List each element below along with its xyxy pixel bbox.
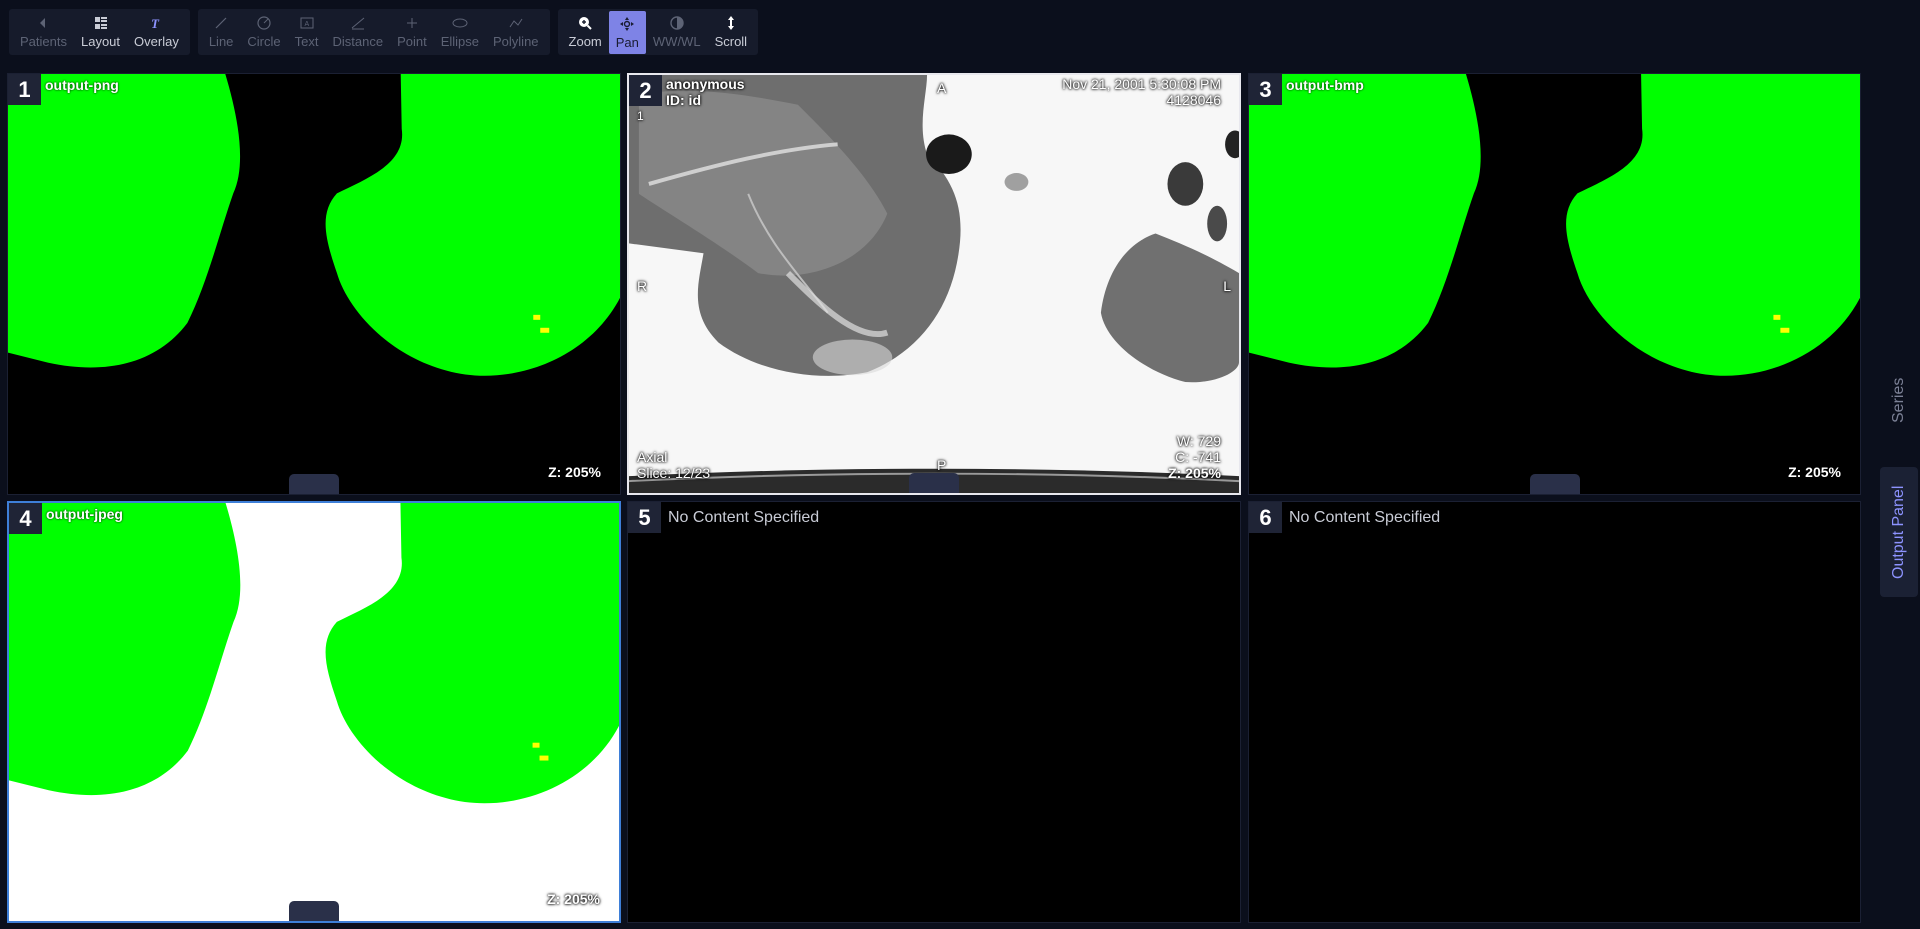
window-width: W: 729 bbox=[1176, 433, 1221, 449]
overlay-label: Overlay bbox=[134, 34, 179, 49]
circle-label: Circle bbox=[247, 34, 281, 49]
toolbar-group-view: Zoom Pan WW/WL Scroll bbox=[557, 9, 759, 55]
svg-text:T: T bbox=[151, 16, 160, 31]
patient-id: ID: id bbox=[666, 92, 701, 108]
pan-icon bbox=[618, 16, 636, 32]
empty-viewport-message: No Content Specified bbox=[668, 509, 820, 526]
ct-lung-image bbox=[629, 75, 1239, 493]
layout-button[interactable]: Layout bbox=[74, 9, 127, 55]
layout-grid-icon bbox=[92, 15, 110, 31]
viewport-number: 1 bbox=[8, 74, 41, 105]
point-label: Point bbox=[397, 34, 427, 49]
scroll-label: Scroll bbox=[714, 34, 748, 49]
viewport-2[interactable]: 2 anonymous ID: id 1 Nov 21, 2001 5:30:0… bbox=[627, 73, 1241, 495]
series-side-tab[interactable]: Series bbox=[1880, 360, 1918, 440]
circle-tool-button[interactable]: Circle bbox=[240, 9, 287, 55]
slice-label: Slice: 12/23 bbox=[637, 465, 711, 481]
viewport-drawer-handle[interactable] bbox=[909, 473, 959, 493]
viewport-5[interactable]: 5 No Content Specified bbox=[627, 501, 1241, 923]
window-level-button[interactable]: WW/WL bbox=[646, 9, 708, 55]
toolbar-group-navigation: Patients Layout T Overlay bbox=[9, 9, 190, 55]
distance-tool-button[interactable]: Distance bbox=[325, 9, 390, 55]
window-level-label: WW/WL bbox=[652, 34, 701, 49]
overlay-button[interactable]: T Overlay bbox=[127, 9, 186, 55]
text-overlay-icon: T bbox=[147, 15, 165, 31]
segmentation-mask-png bbox=[8, 74, 620, 494]
text-label: Text bbox=[294, 34, 319, 49]
scroll-tool-button[interactable]: Scroll bbox=[708, 9, 755, 55]
pan-label: Pan bbox=[615, 35, 639, 50]
segmentation-mask-jpeg bbox=[9, 503, 619, 921]
study-number: 4128046 bbox=[1166, 92, 1221, 108]
ellipse-label: Ellipse bbox=[440, 34, 479, 49]
output-panel-side-tab[interactable]: Output Panel bbox=[1880, 467, 1918, 597]
line-tool-button[interactable]: Line bbox=[202, 9, 241, 55]
viewport-number: 4 bbox=[9, 503, 42, 534]
distance-icon bbox=[349, 15, 367, 31]
viewport-drawer-handle[interactable] bbox=[1529, 474, 1580, 494]
viewport-3[interactable]: 3 output-bmp Z: 205% bbox=[1248, 73, 1861, 495]
patient-name: anonymous bbox=[666, 76, 745, 92]
zoom-tool-button[interactable]: Zoom bbox=[562, 9, 609, 55]
segmentation-mask-bmp bbox=[1249, 74, 1860, 494]
zoom-level: Z: 205% bbox=[547, 891, 600, 907]
zoom-icon bbox=[576, 15, 594, 31]
viewport-1[interactable]: 1 output-png Z: 205% bbox=[7, 73, 621, 495]
line-label: Line bbox=[208, 34, 234, 49]
zoom-level: Z: 205% bbox=[1168, 465, 1221, 481]
back-arrow-icon bbox=[34, 15, 52, 31]
pan-tool-button[interactable]: Pan bbox=[608, 11, 646, 54]
text-tool-button[interactable]: A Text bbox=[288, 9, 326, 55]
ellipse-tool-button[interactable]: Ellipse bbox=[434, 9, 486, 55]
study-date: Nov 21, 2001 5:30:08 PM bbox=[1062, 76, 1221, 92]
circle-icon bbox=[255, 15, 273, 31]
window-center: C: -741 bbox=[1175, 449, 1221, 465]
series-index: 1 bbox=[637, 109, 644, 123]
viewport-number: 3 bbox=[1249, 74, 1282, 105]
viewport-drawer-handle[interactable] bbox=[289, 901, 339, 921]
patients-button[interactable]: Patients bbox=[13, 9, 74, 55]
text-icon: A bbox=[298, 15, 316, 31]
layout-label: Layout bbox=[80, 34, 121, 49]
patients-label: Patients bbox=[20, 34, 67, 49]
plane-label: Axial bbox=[637, 449, 668, 465]
viewport-number: 6 bbox=[1249, 502, 1282, 533]
viewport-number: 2 bbox=[629, 75, 662, 106]
viewport-number: 5 bbox=[628, 502, 661, 533]
zoom-level: Z: 205% bbox=[1788, 464, 1841, 480]
viewport-title: output-png bbox=[45, 77, 119, 93]
viewport-drawer-handle[interactable] bbox=[289, 474, 339, 494]
window-level-icon bbox=[668, 15, 686, 31]
viewport-title: output-bmp bbox=[1286, 77, 1364, 93]
polyline-label: Polyline bbox=[493, 34, 539, 49]
orientation-right: L bbox=[1223, 278, 1231, 294]
orientation-left: R bbox=[637, 278, 648, 294]
ellipse-icon bbox=[451, 15, 469, 31]
orientation-bottom: P bbox=[937, 457, 947, 473]
viewport-6[interactable]: 6 No Content Specified bbox=[1248, 501, 1861, 923]
polyline-icon bbox=[507, 15, 525, 31]
zoom-label: Zoom bbox=[568, 34, 602, 49]
polyline-tool-button[interactable]: Polyline bbox=[486, 9, 546, 55]
viewport-4[interactable]: 4 output-jpeg Z: 205% bbox=[7, 501, 621, 923]
point-tool-button[interactable]: Point bbox=[390, 9, 434, 55]
distance-label: Distance bbox=[332, 34, 384, 49]
orientation-top: A bbox=[937, 80, 947, 96]
viewport-title: output-jpeg bbox=[46, 506, 123, 522]
scroll-icon bbox=[722, 15, 740, 31]
zoom-level: Z: 205% bbox=[548, 464, 601, 480]
toolbar-group-annotation: Line Circle A Text Distance Point Ellips… bbox=[197, 9, 550, 55]
empty-viewport-message: No Content Specified bbox=[1289, 509, 1441, 526]
point-icon bbox=[403, 15, 421, 31]
line-icon bbox=[212, 15, 230, 31]
svg-text:A: A bbox=[304, 21, 309, 28]
main-toolbar: Patients Layout T Overlay Line Circle A … bbox=[9, 9, 759, 55]
